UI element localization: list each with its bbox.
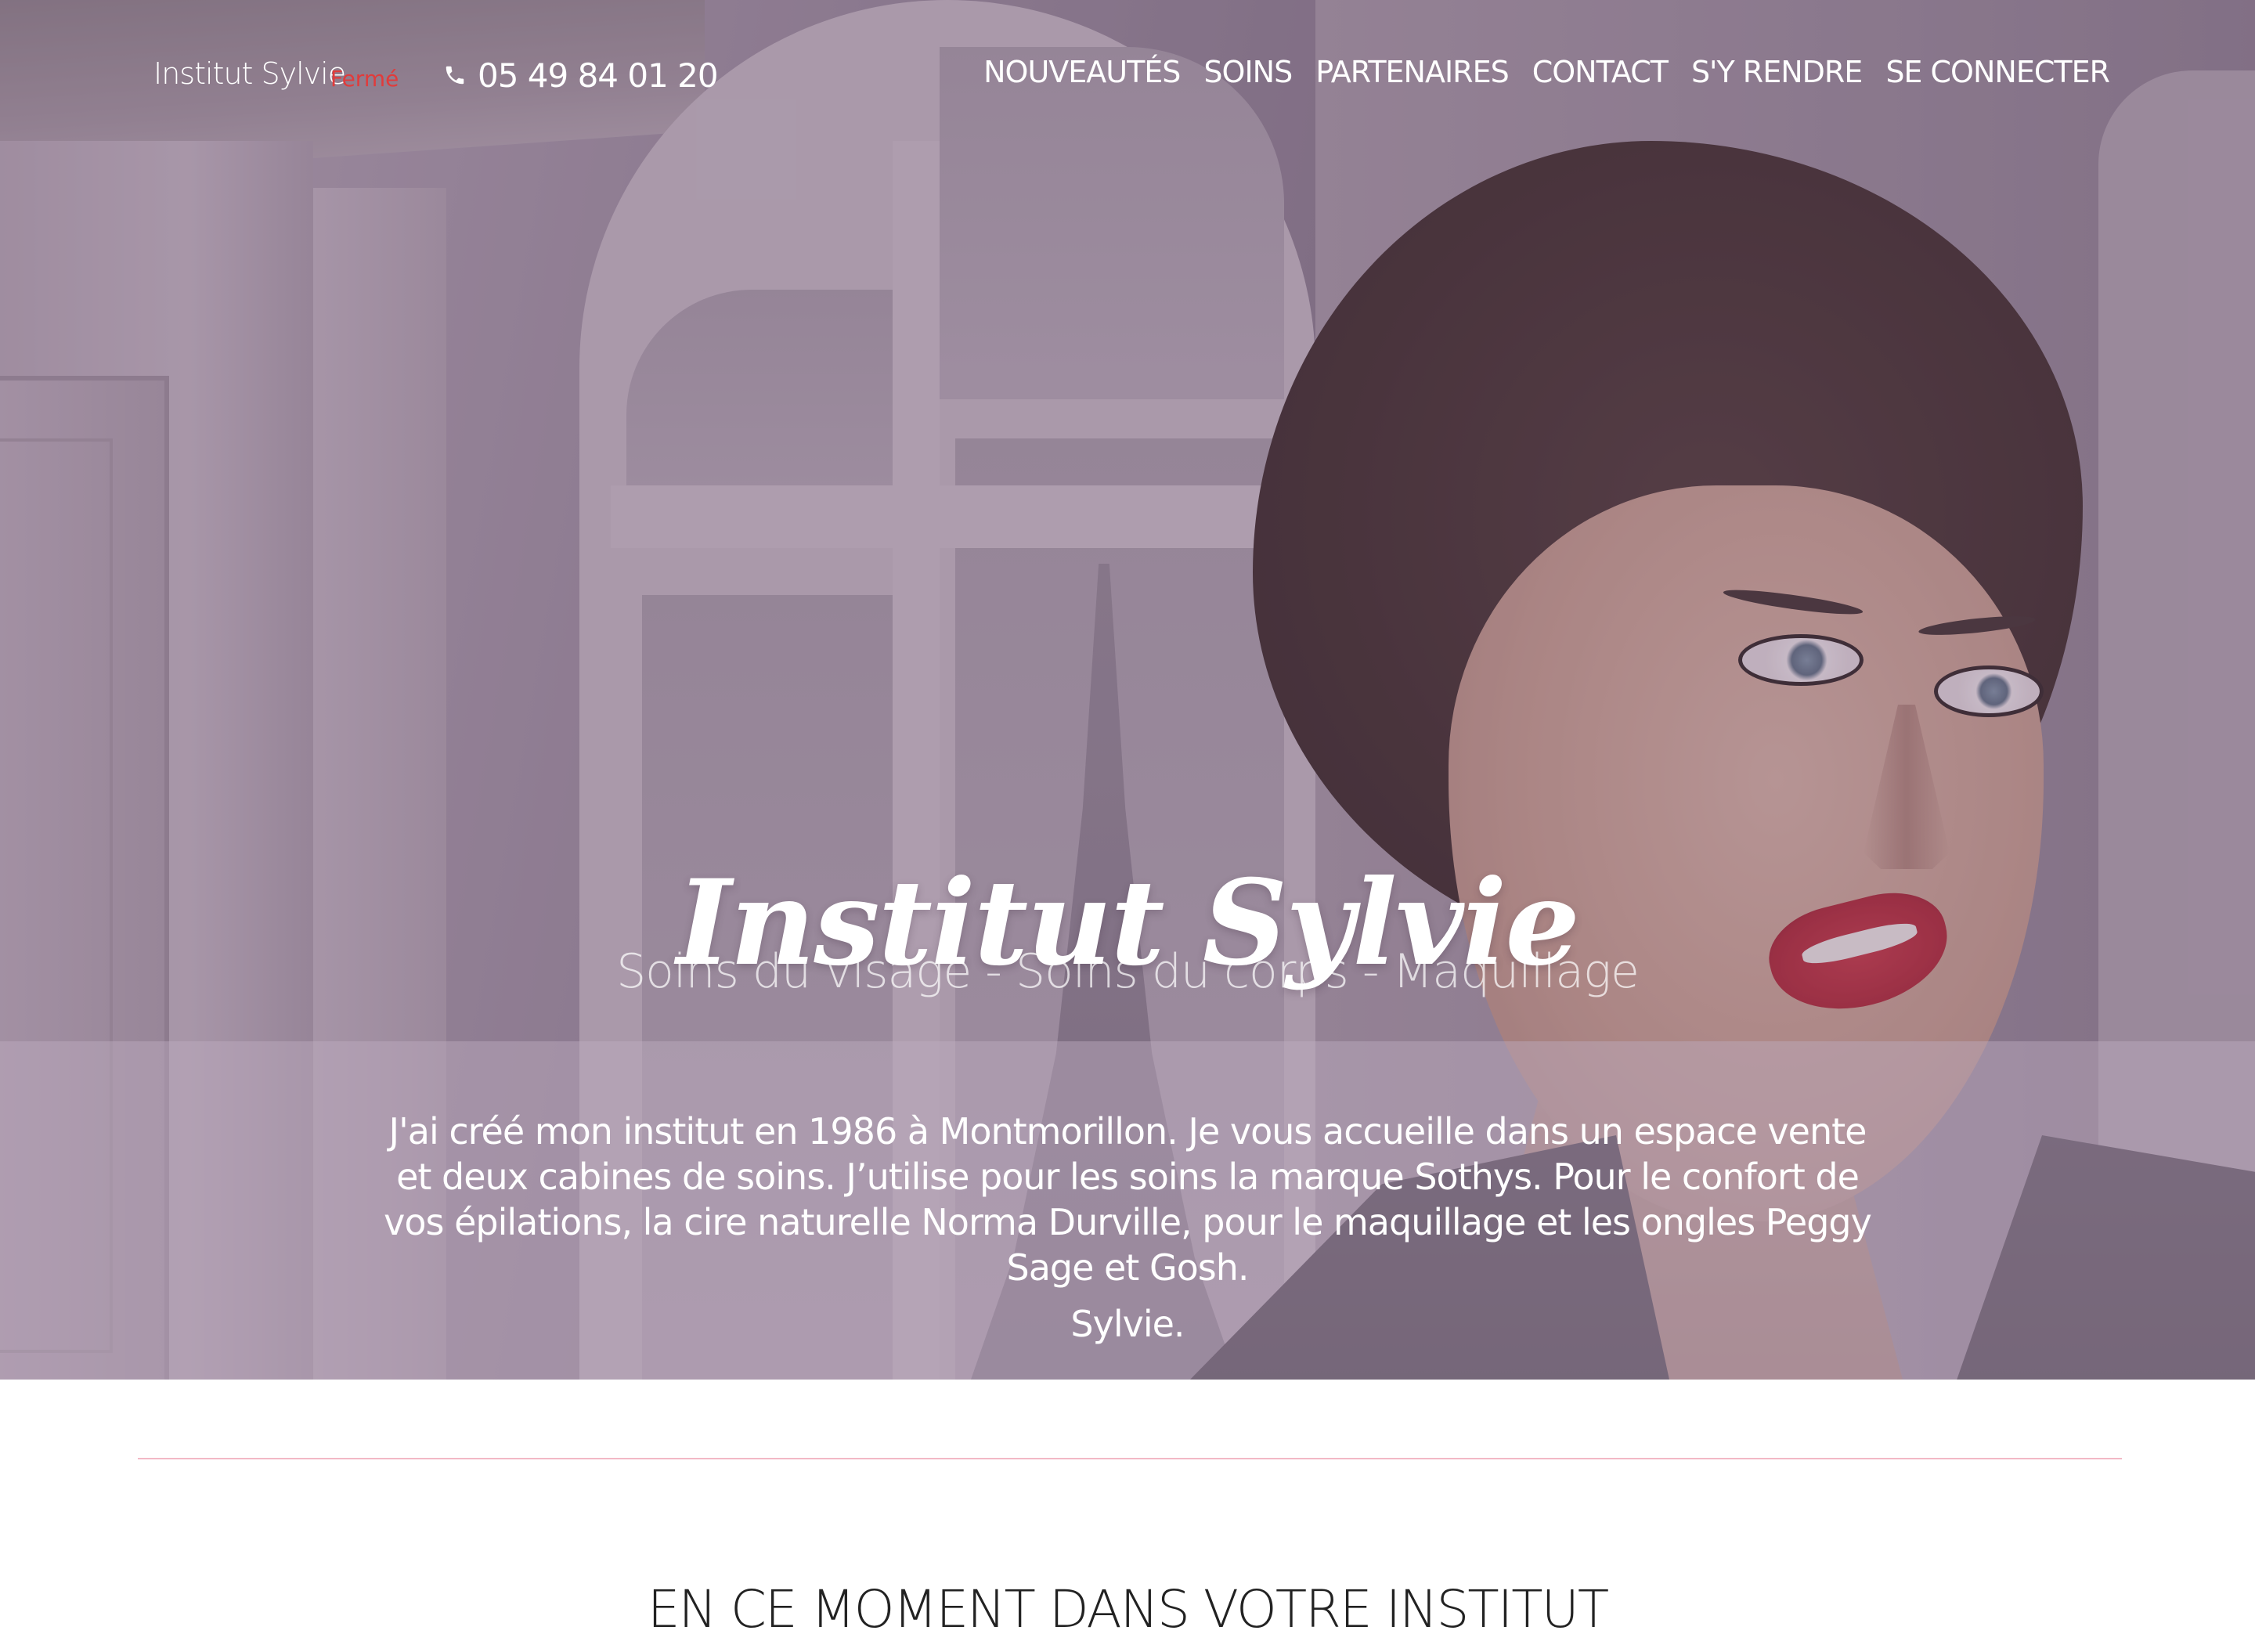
phone-link[interactable]: 05 49 84 01 20	[443, 52, 719, 99]
section-title: EN CE MOMENT DANS VOTRE INSTITUT	[647, 1578, 1609, 1639]
phone-number: 05 49 84 01 20	[478, 56, 719, 95]
nav-item-nouveautes[interactable]: NOUVEAUTÉS	[983, 55, 1181, 89]
brand-link[interactable]: Institut Sylvie	[153, 56, 346, 91]
nav-item-partenaires[interactable]: PARTENAIRES	[1315, 55, 1510, 89]
nav-item-soins[interactable]: SOINS	[1203, 55, 1293, 89]
main-menu: NOUVEAUTÉS SOINS PARTENAIRES CONTACT S'Y…	[983, 55, 2110, 89]
intro-signature: Sylvie.	[1070, 1303, 1185, 1345]
top-navigation: Institut Sylvie Fermé 05 49 84 01 20 NOU…	[0, 0, 2255, 157]
nav-item-contact[interactable]: CONTACT	[1532, 55, 1669, 89]
nav-item-se-connecter[interactable]: SE CONNECTER	[1885, 55, 2110, 89]
nav-item-sy-rendre[interactable]: S'Y RENDRE	[1691, 55, 1863, 89]
section-divider	[138, 1458, 2122, 1459]
intro-text: J'ai créé mon institut en 1986 à Montmor…	[384, 1110, 1872, 1289]
phone-icon	[443, 63, 467, 87]
hero-subtitle: Soins du visage - Soins du corps - Maqui…	[616, 944, 1640, 999]
opening-status: Fermé	[330, 66, 399, 92]
